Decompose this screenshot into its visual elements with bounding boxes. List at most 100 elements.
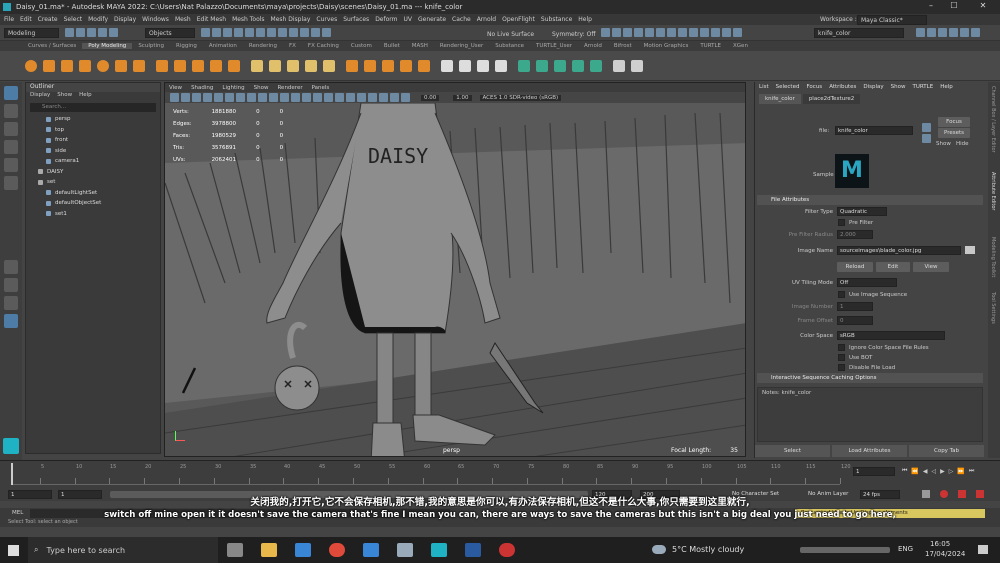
exposure-field[interactable]: 0.00 <box>421 94 440 101</box>
menu-file[interactable]: File <box>4 16 14 23</box>
xray-icon[interactable] <box>601 28 610 37</box>
snap-point-icon[interactable] <box>223 28 232 37</box>
outliner-item-top[interactable]: top <box>26 125 160 136</box>
notes-area[interactable]: Notes: knife_color <box>757 387 983 442</box>
recorder-icon[interactable] <box>499 543 515 557</box>
image-name-field[interactable]: sourceimages\blade_color.jpg <box>837 246 961 255</box>
shadows-icon[interactable] <box>324 93 333 102</box>
menu-select[interactable]: Select <box>64 16 83 23</box>
disable-file-load-checkbox[interactable] <box>838 364 845 371</box>
go-start-icon[interactable]: ⏮ <box>902 467 907 475</box>
go-end-icon[interactable]: ⏭ <box>969 467 974 475</box>
snap-plane-icon[interactable] <box>234 28 243 37</box>
attr-menu-display[interactable]: Display <box>863 84 883 90</box>
outliner-item-side[interactable]: side <box>26 146 160 157</box>
outliner-item-default-light-set[interactable]: defaultLightSet <box>26 188 160 199</box>
poly-plane-icon[interactable] <box>115 59 127 72</box>
copy-tab-button[interactable]: Copy Tab <box>909 445 984 457</box>
menu-mesh-display[interactable]: Mesh Display <box>271 16 311 23</box>
outliner-item-persp[interactable]: persp <box>26 114 160 125</box>
dof-icon[interactable] <box>368 93 377 102</box>
outliner-menu-display[interactable]: Display <box>30 92 50 101</box>
select-tool-icon[interactable] <box>4 86 18 100</box>
load-attributes-button[interactable]: Load Attributes <box>832 445 907 457</box>
shelf-tab[interactable]: Substance <box>489 43 530 49</box>
layout-icon[interactable] <box>590 59 602 72</box>
photoshop-icon[interactable] <box>465 543 481 557</box>
save-scene-icon[interactable] <box>87 28 96 37</box>
snap-grid-icon[interactable] <box>201 28 210 37</box>
use-image-sequence-checkbox[interactable] <box>838 291 845 298</box>
arnold-render-icon[interactable] <box>322 28 331 37</box>
vp-menu-panels[interactable]: Panels <box>312 85 330 91</box>
ipr-icon[interactable] <box>278 28 287 37</box>
chrome-icon[interactable] <box>329 543 345 557</box>
unfold-icon[interactable] <box>572 59 584 72</box>
outliner-icon[interactable] <box>960 28 969 37</box>
attr-menu-help[interactable]: Help <box>940 84 953 90</box>
pre-filter-checkbox[interactable] <box>838 219 845 226</box>
tab-place2d-texture[interactable]: place2dTexture2 <box>802 94 861 104</box>
poly-cone-icon[interactable] <box>79 59 91 72</box>
svg-icon[interactable] <box>228 59 240 72</box>
safe-action-icon[interactable] <box>269 93 278 102</box>
channel-box-icon[interactable] <box>949 28 958 37</box>
clock-date[interactable]: 17/04/2024 <box>925 550 965 558</box>
shelf-tab[interactable]: Motion Graphics <box>638 43 695 49</box>
uv-editor-icon[interactable] <box>518 59 530 72</box>
close-button[interactable]: ✕ <box>974 1 992 10</box>
task-view-icon[interactable] <box>227 543 243 557</box>
notepad-icon[interactable] <box>397 543 413 557</box>
dof-icon[interactable] <box>689 28 698 37</box>
focus-button[interactable]: Focus <box>938 117 970 127</box>
outliner-item-camera1[interactable]: camera1 <box>26 156 160 167</box>
shelf-tab[interactable]: TURTLE <box>694 43 727 49</box>
outliner-menu-show[interactable]: Show <box>57 92 72 101</box>
render-settings-icon[interactable] <box>289 28 298 37</box>
caching-options-section[interactable]: Interactive Sequence Caching Options <box>757 373 983 383</box>
vp-menu-view[interactable]: View <box>169 85 182 91</box>
shelf-tab[interactable]: Bifrost <box>608 43 638 49</box>
menu-generate[interactable]: Generate <box>418 16 446 23</box>
shelf-tab[interactable]: Curves / Surfaces <box>22 43 82 49</box>
current-frame-field[interactable]: 1 <box>853 467 895 476</box>
single-layout-icon[interactable] <box>4 260 18 274</box>
reload-button[interactable]: Reload <box>837 262 873 272</box>
side-tab-channel-box[interactable]: Channel Box / Layer Editor <box>990 86 996 156</box>
tray-icons[interactable] <box>800 547 890 553</box>
hypershade-icon[interactable] <box>300 28 309 37</box>
planar-map-icon[interactable] <box>536 59 548 72</box>
menu-mesh[interactable]: Mesh <box>175 16 191 23</box>
smooth-icon[interactable] <box>287 59 299 72</box>
smooth-icon[interactable] <box>623 28 632 37</box>
redo-icon[interactable] <box>109 28 118 37</box>
bevel-icon[interactable] <box>364 59 376 72</box>
poly-sphere-icon[interactable] <box>25 59 37 72</box>
xray-joints-icon[interactable] <box>401 93 410 102</box>
vp-menu-lighting[interactable]: Lighting <box>222 85 244 91</box>
menu-cache[interactable]: Cache <box>452 16 471 23</box>
mode-select[interactable]: Modeling <box>4 28 59 38</box>
outliner-item-front[interactable]: front <box>26 135 160 146</box>
modeling-toolkit-icon[interactable] <box>916 28 925 37</box>
menu-mesh-tools[interactable]: Mesh Tools <box>232 16 264 23</box>
outliner-item-daisy[interactable]: DAISY <box>26 167 160 178</box>
poly-torus-icon[interactable] <box>97 59 109 72</box>
ao-icon[interactable] <box>667 28 676 37</box>
microsoft-store-icon[interactable] <box>295 543 311 557</box>
xray-icon[interactable] <box>390 93 399 102</box>
new-scene-icon[interactable] <box>65 28 74 37</box>
show-button[interactable]: Show <box>936 141 951 147</box>
attr-menu-selected[interactable]: Selected <box>776 84 800 90</box>
shelf-menu-icon[interactable] <box>613 59 625 72</box>
shelf-tab[interactable]: Animation <box>203 43 243 49</box>
camera-attr-icon[interactable] <box>181 93 190 102</box>
select-button[interactable]: Select <box>755 445 830 457</box>
hud-icon[interactable] <box>733 28 742 37</box>
viewport-panel[interactable]: View Shading Lighting Show Renderer Pane… <box>164 82 746 457</box>
side-tab-modeling-toolkit[interactable]: Modeling Toolkit <box>990 237 996 287</box>
weather-text[interactable]: 5°C Mostly cloudy <box>672 545 744 554</box>
workspace-select[interactable]: Maya Classic* <box>857 15 927 25</box>
color-space-select[interactable]: sRGB <box>837 331 945 340</box>
outliner-item-default-object-set[interactable]: defaultObjectSet <box>26 198 160 209</box>
